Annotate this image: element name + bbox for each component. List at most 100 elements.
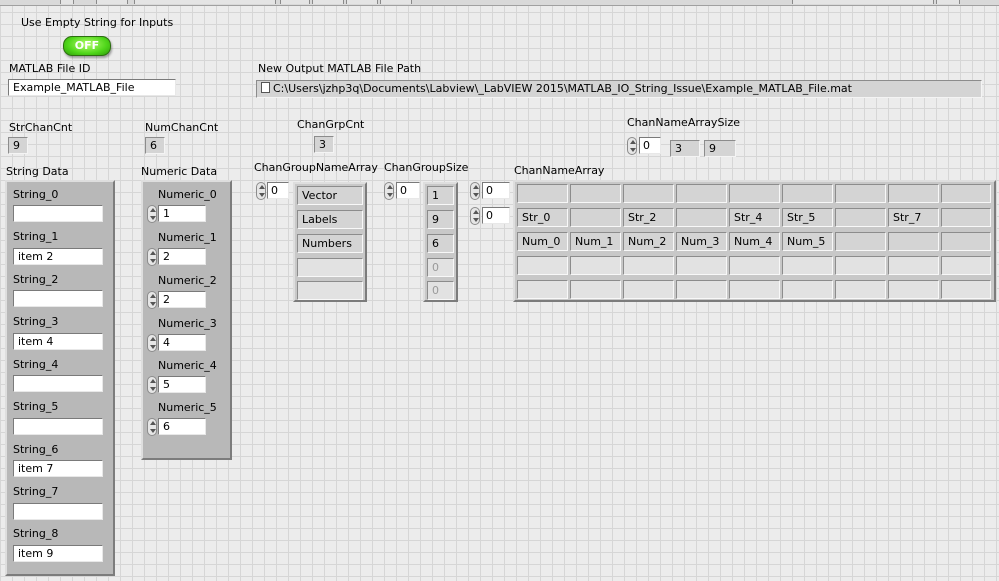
numeric-3-spinner[interactable] xyxy=(147,334,157,352)
chan-group-size-element-0: 1 xyxy=(427,186,454,205)
chan-name-cell-r3-c0 xyxy=(517,256,568,275)
numeric-5-field[interactable]: 6 xyxy=(158,418,206,435)
str-chan-cnt-indicator: 9 xyxy=(8,137,28,154)
chan-name-array-row-index[interactable]: 0 xyxy=(482,182,510,199)
chan-group-name-array-index[interactable]: 0 xyxy=(267,182,289,199)
string-data-label: String Data xyxy=(6,165,69,178)
chan-name-cell-r4-c4 xyxy=(729,280,780,299)
chan-name-array-size-element-0: 3 xyxy=(670,140,700,157)
chan-name-cell-r3-c6 xyxy=(835,256,886,275)
chan-name-cell-r4-c5 xyxy=(782,280,833,299)
output-path-value: C:\Users\jzhp3q\Documents\Labview\_LabVI… xyxy=(273,82,852,95)
numeric-0-spinner[interactable] xyxy=(147,205,157,223)
chan-name-array-row-spinner[interactable] xyxy=(470,182,480,200)
numeric-1-label: Numeric_1 xyxy=(158,231,217,244)
chan-name-cell-r4-c6 xyxy=(835,280,886,299)
chan-group-size-index[interactable]: 0 xyxy=(396,182,420,199)
numeric-5-spinner[interactable] xyxy=(147,418,157,436)
chan-group-name-element-1: Labels xyxy=(297,210,363,229)
chan-name-cell-r3-c5 xyxy=(782,256,833,275)
chan-group-name-array-label: ChanGroupNameArray xyxy=(254,161,378,174)
string-0-field[interactable] xyxy=(13,205,103,222)
numeric-1-field[interactable]: 2 xyxy=(158,248,206,265)
chan-name-cell-r0-c0 xyxy=(517,184,568,203)
chan-name-cell-r1-c6 xyxy=(835,208,886,227)
chan-grp-cnt-label: ChanGrpCnt xyxy=(297,118,365,131)
chan-name-array-col-spinner[interactable] xyxy=(470,207,480,225)
chan-name-cell-r2-c1: Num_1 xyxy=(570,232,621,251)
numeric-4-spinner[interactable] xyxy=(147,376,157,394)
string-3-label: String_3 xyxy=(13,315,59,328)
chan-name-array-size-element-1: 9 xyxy=(704,140,736,157)
string-6-field[interactable]: item 7 xyxy=(13,460,103,477)
string-5-field[interactable] xyxy=(13,418,103,435)
string-2-label: String_2 xyxy=(13,273,59,286)
matlab-file-id-field[interactable]: Example_MATLAB_File xyxy=(8,79,176,96)
numeric-0-label: Numeric_0 xyxy=(158,188,217,201)
chan-name-cell-r3-c3 xyxy=(676,256,727,275)
string-7-field[interactable] xyxy=(13,503,103,520)
chan-name-cell-r0-c5 xyxy=(782,184,833,203)
chan-group-name-element-2: Numbers xyxy=(297,234,363,253)
chan-name-array-col-index[interactable]: 0 xyxy=(482,207,510,224)
chan-name-array-size-index[interactable]: 0 xyxy=(639,137,661,154)
chan-name-cell-r2-c0: Num_0 xyxy=(517,232,568,251)
chan-name-cell-r2-c4: Num_4 xyxy=(729,232,780,251)
output-path-indicator: C:\Users\jzhp3q\Documents\Labview\_LabVI… xyxy=(256,80,982,98)
chan-name-cell-r4-c7 xyxy=(888,280,939,299)
numeric-data-label: Numeric Data xyxy=(141,165,218,178)
numeric-2-field[interactable]: 2 xyxy=(158,291,206,308)
chan-name-cell-r4-c1 xyxy=(570,280,621,299)
chan-name-cell-r3-c8 xyxy=(941,256,991,275)
numeric-5-label: Numeric_5 xyxy=(158,401,217,414)
string-8-label: String_8 xyxy=(13,527,59,540)
chan-name-array-size-label: ChanNameArraySize xyxy=(627,116,741,129)
chan-group-name-element-4 xyxy=(297,281,363,300)
num-chan-cnt-indicator: 6 xyxy=(145,137,165,154)
chan-group-size-label: ChanGroupSize xyxy=(384,161,469,174)
chan-name-cell-r4-c3 xyxy=(676,280,727,299)
chan-name-cell-r1-c3 xyxy=(676,208,727,227)
numeric-0-field[interactable]: 1 xyxy=(158,205,206,222)
chan-name-cell-r4-c8 xyxy=(941,280,991,299)
chan-name-cell-r0-c3 xyxy=(676,184,727,203)
file-icon xyxy=(261,82,270,93)
chan-name-array-size-index-spinner[interactable] xyxy=(627,137,637,155)
chan-name-cell-r4-c0 xyxy=(517,280,568,299)
numeric-1-spinner[interactable] xyxy=(147,248,157,266)
string-1-label: String_1 xyxy=(13,230,59,243)
numeric-3-field[interactable]: 4 xyxy=(158,334,206,351)
chan-name-cell-r4-c2 xyxy=(623,280,674,299)
string-4-field[interactable] xyxy=(13,375,103,392)
chan-group-name-array-index-spinner[interactable] xyxy=(256,182,266,200)
chan-name-cell-r1-c4: Str_4 xyxy=(729,208,780,227)
chan-name-cell-r1-c2: Str_2 xyxy=(623,208,674,227)
chan-name-cell-r0-c4 xyxy=(729,184,780,203)
toolbar-strip xyxy=(0,0,999,6)
chan-name-cell-r0-c6 xyxy=(835,184,886,203)
chan-name-cell-r2-c7 xyxy=(888,232,939,251)
chan-name-cell-r1-c8 xyxy=(941,208,991,227)
chan-group-name-element-3 xyxy=(297,258,363,277)
chan-group-size-index-spinner[interactable] xyxy=(384,182,394,200)
chan-name-cell-r1-c5: Str_5 xyxy=(782,208,833,227)
string-6-label: String_6 xyxy=(13,443,59,456)
str-chan-cnt-label: StrChanCnt xyxy=(9,121,73,134)
chan-name-cell-r3-c4 xyxy=(729,256,780,275)
chan-name-cell-r0-c8 xyxy=(941,184,991,203)
numeric-4-field[interactable]: 5 xyxy=(158,376,206,393)
chan-group-size-element-3: 0 xyxy=(427,258,454,277)
chan-name-cell-r2-c2: Num_2 xyxy=(623,232,674,251)
numeric-2-spinner[interactable] xyxy=(147,291,157,309)
string-4-label: String_4 xyxy=(13,358,59,371)
chan-name-cell-r1-c0: Str_0 xyxy=(517,208,568,227)
empty-string-toggle-button[interactable]: OFF xyxy=(63,36,111,56)
string-2-field[interactable] xyxy=(13,290,103,307)
string-8-field[interactable]: item 9 xyxy=(13,545,103,562)
chan-group-name-element-0: Vector xyxy=(297,186,363,205)
string-3-field[interactable]: item 4 xyxy=(13,333,103,350)
string-1-field[interactable]: item 2 xyxy=(13,248,103,265)
chan-name-cell-r3-c7 xyxy=(888,256,939,275)
chan-name-array-label: ChanNameArray xyxy=(514,164,605,177)
num-chan-cnt-label: NumChanCnt xyxy=(145,121,219,134)
